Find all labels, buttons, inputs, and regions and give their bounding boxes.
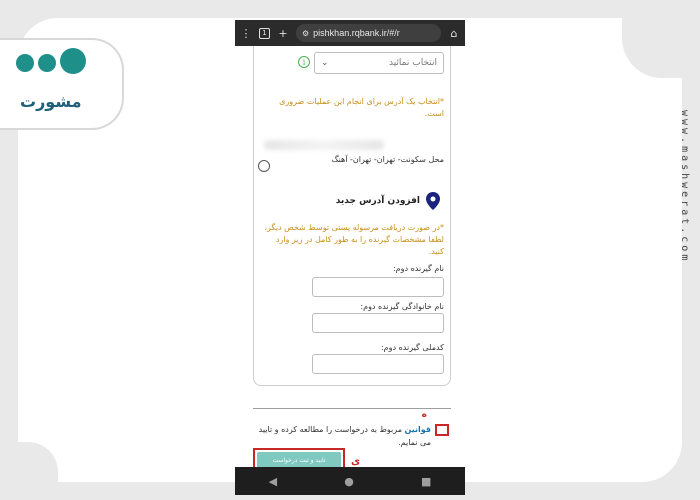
step-marker-y: ی: [351, 456, 361, 467]
address-form-panel: انتخاب نمائید ⌄ i *انتخاب یک آدرس برای ا…: [253, 46, 451, 386]
card-corner-cutout: [622, 18, 682, 78]
card-corner-cutout-bottom: [18, 442, 58, 482]
logo-dot: [60, 48, 86, 74]
terms-link[interactable]: قوانین: [405, 425, 431, 434]
site-settings-icon[interactable]: ⚙: [302, 29, 309, 38]
home-icon[interactable]: ⌂: [447, 27, 461, 40]
select-placeholder: انتخاب نمائید: [388, 58, 437, 68]
logo-dot: [38, 54, 56, 72]
new-tab-icon[interactable]: +: [276, 27, 290, 40]
logo-mark: [16, 48, 86, 74]
info-icon[interactable]: i: [298, 56, 310, 68]
receiver-family-label: نام خانوادگی گیرنده دوم:: [360, 302, 444, 311]
second-receiver-note: *در صورت دریافت مرسوله پستی توسط شخص دیگ…: [264, 223, 444, 256]
saved-address-option[interactable]: محل سکونت- تهران- تهران- آهنگ: [258, 146, 444, 172]
terms-agreement-row: قوانین مربوط به درخواست را مطالعه کرده و…: [255, 424, 449, 450]
chevron-down-icon: ⌄: [321, 58, 329, 68]
logo-text: مشورت: [20, 92, 82, 111]
address-bar[interactable]: ⚙ pishkhan.rqbank.ir/#/r: [296, 24, 441, 42]
receiver-family-input[interactable]: [312, 313, 444, 333]
receiver-name-label: نام گیرنده دوم:: [392, 264, 444, 273]
brand-logo: مشورت: [0, 40, 122, 128]
browser-toolbar: ⋮ 1 + ⚙ pishkhan.rqbank.ir/#/r ⌂: [235, 20, 465, 46]
step-marker-h: ه: [421, 410, 427, 420]
receiver-name-input[interactable]: [312, 277, 444, 297]
submit-button[interactable]: تایید و ثبت درخواست: [257, 452, 341, 468]
menu-icon[interactable]: ⋮: [239, 27, 253, 40]
logo-dot: [16, 54, 34, 72]
address-select[interactable]: انتخاب نمائید ⌄: [314, 52, 444, 74]
terms-checkbox[interactable]: [435, 424, 449, 436]
nav-home-icon[interactable]: ●: [344, 475, 354, 488]
nav-back-icon[interactable]: ◀: [269, 475, 277, 488]
site-watermark: www.mashwerat.com: [679, 110, 690, 264]
tab-count-icon[interactable]: 1: [259, 27, 270, 39]
address-radio[interactable]: [258, 160, 270, 172]
terms-text-block: قوانین مربوط به درخواست را مطالعه کرده و…: [255, 424, 431, 450]
nav-recents-icon[interactable]: ■: [421, 475, 431, 488]
system-nav-bar: ◀ ● ■: [235, 467, 465, 495]
url-text: pishkhan.rqbank.ir/#/r: [313, 28, 400, 38]
page-content: انتخاب نمائید ⌄ i *انتخاب یک آدرس برای ا…: [235, 46, 465, 472]
location-pin-icon: [426, 192, 440, 210]
phone-screenshot: ⋮ 1 + ⚙ pishkhan.rqbank.ir/#/r ⌂ انتخاب …: [235, 20, 465, 495]
address-required-note: *انتخاب یک آدرس برای انجام این عملیات ضر…: [279, 97, 444, 118]
receiver-national-code-label: کدملی گیرنده دوم:: [380, 343, 444, 352]
section-divider: [253, 408, 451, 409]
saved-address-text: محل سکونت- تهران- تهران- آهنگ: [331, 154, 444, 164]
add-address-row[interactable]: افزودن آدرس جدید: [336, 192, 440, 210]
add-address-label: افزودن آدرس جدید: [335, 196, 420, 206]
receiver-national-code-input[interactable]: [312, 354, 444, 374]
